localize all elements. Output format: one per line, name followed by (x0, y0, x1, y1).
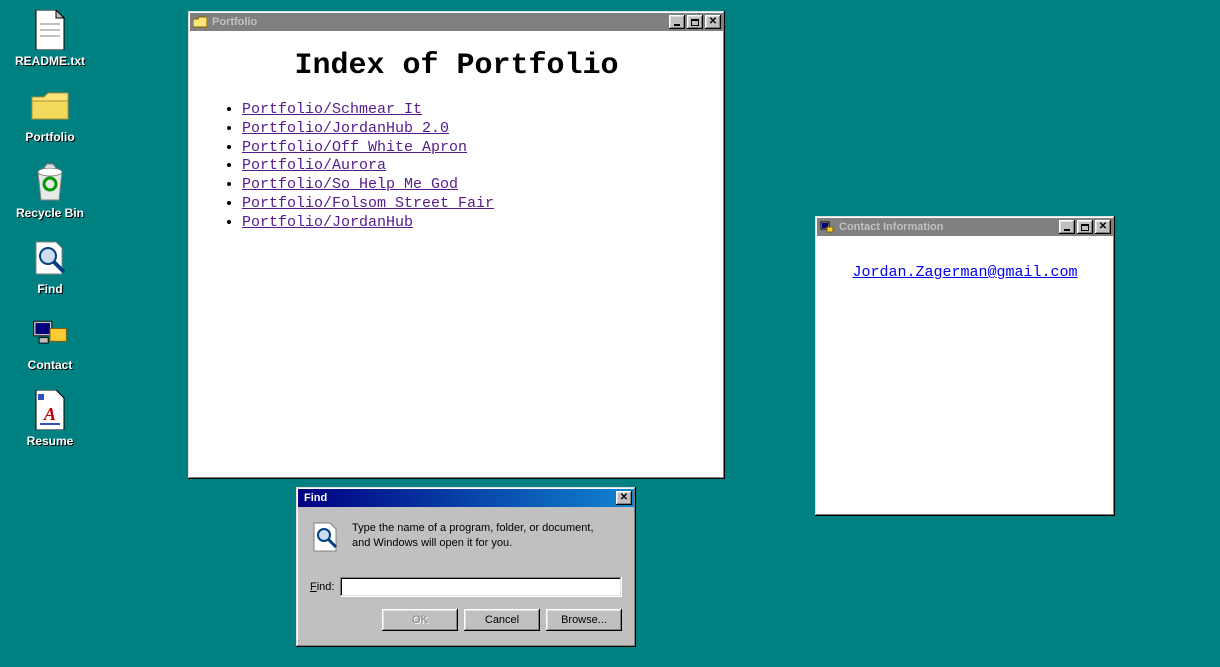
find-title: Find (300, 492, 614, 504)
portfolio-link-item: Portfolio/JordanHub 2.0 (242, 120, 703, 139)
minimize-button[interactable] (1059, 220, 1075, 234)
contact-content: Jordan.Zagerman@gmail.com (817, 236, 1113, 514)
portfolio-link[interactable]: Portfolio/Folsom Street Fair (242, 195, 494, 212)
find-body: Type the name of a program, folder, or d… (298, 507, 634, 645)
find-label: Find: (310, 581, 334, 593)
portfolio-link-item: Portfolio/So Help Me God (242, 176, 703, 195)
desktop-icon-portfolio[interactable]: Portfolio (5, 86, 95, 144)
maximize-button[interactable] (1077, 220, 1093, 234)
portfolio-link[interactable]: Portfolio/Off White Apron (242, 139, 467, 156)
desktop-icons: README.txt Portfolio Recycle Bin (0, 10, 100, 448)
desktop-icon-recycle-bin[interactable]: Recycle Bin (5, 162, 95, 220)
portfolio-link[interactable]: Portfolio/Schmear It (242, 101, 422, 118)
portfolio-link-item: Portfolio/Aurora (242, 157, 703, 176)
folder-icon (192, 14, 208, 30)
minimize-button[interactable] (669, 15, 685, 29)
folder-icon (30, 86, 70, 126)
desktop-icon-readme[interactable]: README.txt (5, 10, 95, 68)
find-message: Type the name of a program, folder, or d… (352, 521, 612, 553)
computer-icon (819, 219, 835, 235)
portfolio-link-item: Portfolio/Folsom Street Fair (242, 195, 703, 214)
contact-window: Contact Information ✕ Jordan.Zagerman@gm… (815, 216, 1115, 516)
recycle-bin-icon (30, 162, 70, 202)
portfolio-heading: Index of Portfolio (210, 49, 703, 83)
portfolio-link-item: Portfolio/Off White Apron (242, 139, 703, 158)
portfolio-titlebar[interactable]: Portfolio ✕ (190, 13, 723, 31)
portfolio-title: Portfolio (212, 16, 667, 28)
desktop-icon-label: README.txt (15, 54, 85, 68)
desktop-icon-label: Portfolio (25, 130, 74, 144)
desktop-icon-resume[interactable]: A Resume (5, 390, 95, 448)
portfolio-window: Portfolio ✕ Index of Portfolio Portfolio… (188, 11, 725, 479)
browse-button[interactable]: Browse... (546, 609, 622, 631)
contact-title: Contact Information (839, 221, 1057, 233)
svg-text:A: A (43, 404, 56, 424)
portfolio-list: Portfolio/Schmear It Portfolio/JordanHub… (210, 101, 703, 232)
portfolio-content: Index of Portfolio Portfolio/Schmear It … (190, 31, 723, 477)
portfolio-link-item: Portfolio/Schmear It (242, 101, 703, 120)
close-button[interactable]: ✕ (1095, 220, 1111, 234)
desktop-icon-label: Recycle Bin (16, 206, 84, 220)
portfolio-link[interactable]: Portfolio/Aurora (242, 157, 386, 174)
desktop-icon-contact[interactable]: Contact (5, 314, 95, 372)
desktop-icon-label: Resume (27, 434, 74, 448)
ok-button: OK (382, 609, 458, 631)
desktop-icon-find[interactable]: Find (5, 238, 95, 296)
close-button[interactable]: ✕ (705, 15, 721, 29)
maximize-button[interactable] (687, 15, 703, 29)
contact-email-link[interactable]: Jordan.Zagerman@gmail.com (852, 264, 1077, 281)
portfolio-link-item: Portfolio/JordanHub (242, 214, 703, 233)
portfolio-link[interactable]: Portfolio/JordanHub (242, 214, 413, 231)
find-icon (310, 521, 342, 553)
find-icon (30, 238, 70, 278)
portfolio-link[interactable]: Portfolio/JordanHub 2.0 (242, 120, 449, 137)
cancel-button[interactable]: Cancel (464, 609, 540, 631)
document-icon: A (30, 390, 70, 430)
find-input[interactable] (340, 577, 622, 597)
desktop-icon-label: Contact (28, 358, 73, 372)
find-dialog: Find ✕ Type the name of a program, folde… (296, 487, 636, 647)
desktop-icon-label: Find (37, 282, 62, 296)
portfolio-link[interactable]: Portfolio/So Help Me God (242, 176, 458, 193)
close-button[interactable]: ✕ (616, 491, 632, 505)
contact-titlebar[interactable]: Contact Information ✕ (817, 218, 1113, 236)
find-titlebar[interactable]: Find ✕ (298, 489, 634, 507)
computer-network-icon (30, 314, 70, 354)
text-file-icon (30, 10, 70, 50)
